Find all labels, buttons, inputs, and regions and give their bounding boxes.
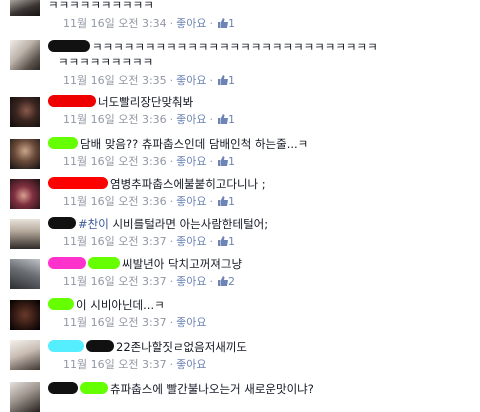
author-name-redacted	[48, 137, 78, 149]
comment-text: 염병추파춥스에불붙히고다니나 ;	[110, 177, 266, 191]
avatar[interactable]	[10, 139, 40, 169]
comment-text: 씨발년아 닥치고꺼져그냥	[122, 257, 243, 271]
author-name-redacted	[48, 217, 76, 229]
like-count[interactable]: 1	[228, 113, 235, 126]
avatar[interactable]	[10, 259, 40, 289]
comment-text-line: 이 시비아닌데...ㅋ	[48, 298, 165, 313]
comment-text-line: 너도빨리장단맞춰봐	[48, 95, 193, 110]
comment-timestamp[interactable]: 11월 16일 오전 3:36	[63, 155, 167, 168]
author-name-redacted	[88, 257, 120, 269]
avatar[interactable]	[10, 40, 40, 70]
comment-timestamp[interactable]: 11월 16일 오전 3:37	[63, 275, 167, 288]
author-name-redacted	[48, 382, 78, 394]
like-link[interactable]: 좋아요	[176, 316, 206, 329]
comment-text: 이 시비아닌데...ㅋ	[76, 298, 165, 312]
avatar[interactable]	[10, 340, 40, 370]
author-name-redacted	[48, 177, 108, 189]
avatar[interactable]	[10, 219, 40, 249]
avatar[interactable]	[10, 382, 40, 412]
comment-text: 담배 맞음?? 츄파춥스인데 담배인척 하는줄...ㅋ	[80, 137, 309, 151]
comment-text-line: 씨발년아 닥치고꺼져그냥	[48, 257, 242, 272]
comment-meta: 11월 16일 오전 3:34 · 좋아요 · 1	[63, 17, 236, 30]
mention-tag[interactable]: #찬이	[78, 217, 109, 231]
avatar[interactable]	[10, 97, 40, 127]
comment-meta: 11월 16일 오전 3:37 · 좋아요 · 2	[63, 275, 236, 288]
comment-text-line: ㅋㅋㅋㅋㅋㅋㅋㅋㅋ	[58, 55, 153, 70]
comment-timestamp[interactable]: 11월 16일 오전 3:34	[63, 17, 167, 30]
comment-meta: 11월 16일 오전 3:36 · 좋아요 · 1	[63, 155, 236, 168]
comment-timestamp[interactable]: 11월 16일 오전 3:36	[63, 113, 167, 126]
author-name-redacted	[48, 95, 96, 107]
comment-text: 츄파춥스에 빨간불나오는거 새로운맛이냐?	[110, 382, 314, 396]
comment-timestamp[interactable]: 11월 16일 오전 3:37	[63, 316, 167, 329]
author-name-redacted	[86, 340, 114, 352]
comment-timestamp[interactable]: 11월 16일 오전 3:36	[63, 195, 167, 208]
author-name-redacted	[48, 40, 90, 52]
author-name-redacted	[80, 382, 108, 394]
like-link[interactable]: 좋아요	[176, 155, 206, 168]
comment-meta: 11월 16일 오전 3:36 · 좋아요 · 1	[63, 113, 236, 126]
comment-text-line: 츄파춥스에 빨간불나오는거 새로운맛이냐?	[48, 382, 314, 397]
comment-text: 22존나할짓ㄹ없음저새끼도	[116, 340, 248, 354]
thumbs-up-icon	[218, 18, 229, 28]
comment-timestamp[interactable]: 11월 16일 오전 3:37	[63, 235, 167, 248]
like-count[interactable]: 1	[228, 235, 235, 248]
comment-text-line: #찬이 시비를털라면 아는사람한테털어;	[48, 217, 268, 232]
comment-text-line: 22존나할짓ㄹ없음저새끼도	[48, 340, 247, 355]
comment-text: ㅋㅋㅋㅋㅋㅋㅋㅋㅋㅋㅋㅋㅋㅋㅋㅋㅋㅋㅋㅋㅋㅋㅋㅋㅋㅋㅋ	[92, 40, 378, 54]
like-link[interactable]: 좋아요	[176, 275, 206, 288]
author-name-redacted	[48, 298, 74, 310]
comment-text-line: ㅋㅋㅋㅋㅋㅋㅋㅋㅋㅋ	[48, 0, 154, 13]
comment-text-line: 염병추파춥스에불붙히고다니나 ;	[48, 177, 266, 192]
like-count[interactable]: 1	[228, 17, 235, 30]
avatar[interactable]	[10, 0, 40, 16]
like-link[interactable]: 좋아요	[176, 358, 206, 371]
author-name-redacted	[48, 340, 84, 352]
comment-text-line: ㅋㅋㅋㅋㅋㅋㅋㅋㅋㅋㅋㅋㅋㅋㅋㅋㅋㅋㅋㅋㅋㅋㅋㅋㅋㅋㅋ	[48, 40, 378, 55]
comment-meta: 11월 16일 오전 3:37 · 좋아요	[63, 316, 207, 329]
thumbs-up-icon	[218, 75, 229, 85]
like-link[interactable]: 좋아요	[176, 113, 206, 126]
comment-timestamp[interactable]: 11월 16일 오전 3:37	[63, 358, 167, 371]
avatar[interactable]	[10, 300, 40, 330]
comment-meta: 11월 16일 오전 3:35 · 좋아요 · 1	[63, 74, 236, 87]
comment-text-continued: ㅋㅋㅋㅋㅋㅋㅋㅋㅋ	[58, 55, 154, 69]
like-link[interactable]: 좋아요	[176, 195, 206, 208]
thumbs-up-icon	[218, 156, 229, 166]
thumbs-up-icon	[218, 236, 229, 246]
comment-text: 시비를털라면 아는사람한테털어;	[108, 217, 269, 231]
author-name-redacted	[48, 257, 86, 269]
comment-meta: 11월 16일 오전 3:37 · 좋아요	[63, 358, 207, 371]
comment-text: 너도빨리장단맞춰봐	[98, 95, 194, 109]
like-count[interactable]: 2	[228, 275, 235, 288]
like-link[interactable]: 좋아요	[176, 17, 206, 30]
comment-meta: 11월 16일 오전 3:37 · 좋아요 · 1	[63, 235, 236, 248]
like-count[interactable]: 1	[228, 195, 235, 208]
like-link[interactable]: 좋아요	[176, 235, 206, 248]
comment-timestamp[interactable]: 11월 16일 오전 3:35	[63, 74, 167, 87]
like-link[interactable]: 좋아요	[176, 74, 206, 87]
comment-feed: ㅋㅋㅋㅋㅋㅋㅋㅋㅋㅋ 11월 16일 오전 3:34 · 좋아요 · 1 ㅋㅋㅋㅋㅋㅋㅋ…	[0, 0, 480, 412]
like-count[interactable]: 1	[228, 74, 235, 87]
thumbs-up-icon	[218, 276, 229, 286]
comment-meta: 11월 16일 오전 3:36 · 좋아요 · 1	[63, 195, 236, 208]
thumbs-up-icon	[218, 114, 229, 124]
avatar[interactable]	[10, 179, 40, 209]
comment-text: ㅋㅋㅋㅋㅋㅋㅋㅋㅋㅋ	[48, 0, 154, 12]
comment-text-line: 담배 맞음?? 츄파춥스인데 담배인척 하는줄...ㅋ	[48, 137, 308, 152]
thumbs-up-icon	[218, 196, 229, 206]
like-count[interactable]: 1	[228, 155, 235, 168]
